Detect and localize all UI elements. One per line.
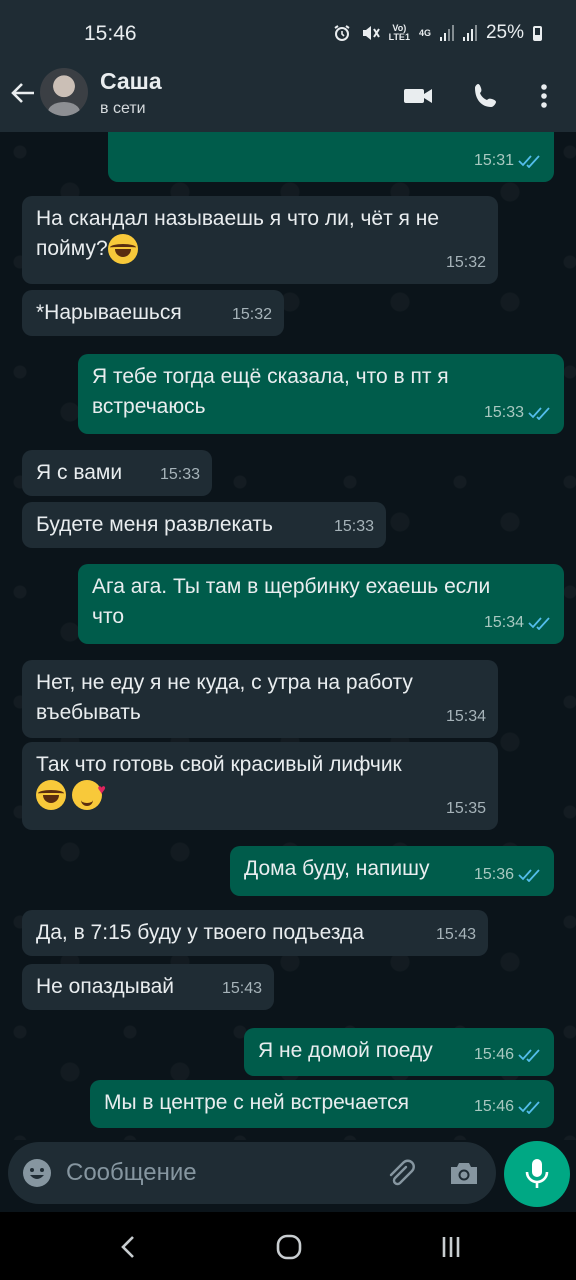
message-meta: 15:43	[436, 920, 476, 950]
message-bubble-outgoing[interactable]: Я не домой поеду 15:46	[244, 1028, 554, 1076]
chat-messages[interactable]: 15:31 На скандал называешь я что ли, чёт…	[0, 132, 576, 1140]
contact-name[interactable]: Саша	[100, 68, 162, 95]
message-meta: 15:36	[474, 860, 542, 890]
message-text: Будете меня развлекать	[36, 513, 273, 536]
message-time: 15:33	[159, 466, 200, 483]
emoji-row	[36, 774, 106, 811]
message-meta: 15:32	[446, 248, 486, 278]
message-time: 15:33	[333, 518, 374, 535]
message-time: 15:43	[221, 980, 262, 997]
message-bubble-incoming[interactable]: Будете меня развлекать 15:33	[22, 502, 386, 548]
message-text: Я тебе тогда ещё сказала, что в пт я вст…	[92, 365, 449, 418]
message-bubble-incoming[interactable]: Да, в 7:15 буду у твоего подъезда 15:43	[22, 910, 488, 956]
nav-back-icon[interactable]	[114, 1232, 144, 1262]
message-bubble-incoming[interactable]: На скандал называешь я что ли, чёт я не …	[22, 196, 498, 284]
message-bubble-incoming[interactable]: Не опаздывай 15:43	[22, 964, 274, 1010]
message-time: 15:33	[483, 404, 524, 421]
message-bubble-outgoing[interactable]: Мы в центре с ней встречается 15:46	[90, 1080, 554, 1128]
volte-indicator: Vo) LTE1	[388, 23, 410, 42]
message-meta: 15:46	[474, 1040, 542, 1070]
nav-home-icon[interactable]	[274, 1232, 304, 1262]
message-time: 15:34	[445, 708, 486, 725]
mute-icon	[362, 26, 380, 40]
message-meta: 15:33	[334, 512, 374, 542]
message-meta: 15:43	[222, 974, 262, 1004]
message-text: Ага ага. Ты там в щербинку ехаешь если ч…	[92, 575, 491, 628]
message-bubble-incoming[interactable]: Нет, не еду я не куда, с утра на работу …	[22, 660, 498, 738]
message-meta: 15:33	[484, 398, 552, 428]
message-meta: 15:33	[160, 460, 200, 490]
contact-status: в сети	[100, 100, 146, 117]
smiling-hearts-emoji-icon	[71, 774, 106, 811]
message-time: 15:46	[473, 1098, 514, 1115]
battery-percent: 25%	[485, 22, 524, 43]
laughing-emoji-icon	[36, 780, 66, 811]
message-bubble-outgoing[interactable]: 15:31	[108, 132, 554, 182]
message-meta: 15:34	[446, 702, 486, 732]
message-text: Да, в 7:15 буду у твоего подъезда	[36, 921, 364, 944]
message-time: 15:36	[473, 866, 514, 883]
status-time: 15:46	[84, 22, 137, 45]
read-receipt-icon	[528, 407, 550, 420]
message-bubble-outgoing[interactable]: Дома буду, напишу 15:36	[230, 846, 554, 896]
read-receipt-icon	[518, 1101, 540, 1114]
message-bubble-outgoing[interactable]: Я тебе тогда ещё сказала, что в пт я вст…	[78, 354, 564, 434]
battery-icon	[533, 25, 542, 41]
message-time: 15:32	[445, 254, 486, 271]
message-bubble-outgoing[interactable]: Ага ага. Ты там в щербинку ехаешь если ч…	[78, 564, 564, 644]
message-text: На скандал называешь я что ли, чёт я не …	[36, 204, 484, 265]
mic-button[interactable]	[504, 1141, 570, 1207]
status-bar: 15:46 Vo) LTE1 4G 25%	[0, 0, 576, 62]
message-time: 15:43	[435, 926, 476, 943]
message-composer	[8, 1142, 496, 1204]
attach-icon[interactable]	[384, 1157, 416, 1189]
more-vertical-icon[interactable]	[528, 80, 560, 112]
read-receipt-icon	[518, 869, 540, 882]
message-meta: 15:46	[474, 1092, 542, 1122]
system-nav-bar	[0, 1212, 576, 1280]
message-time: 15:32	[231, 306, 272, 323]
camera-icon[interactable]	[448, 1157, 480, 1189]
read-receipt-icon	[518, 155, 540, 168]
message-meta: 15:35	[446, 794, 486, 824]
message-meta: 15:32	[232, 300, 272, 330]
emoji-icon[interactable]	[22, 1158, 52, 1188]
status-icons: Vo) LTE1 4G 25%	[333, 22, 542, 44]
message-bubble-incoming[interactable]: Так что готовь свой красивый лифчик 15:3…	[22, 742, 498, 830]
message-time: 15:35	[445, 800, 486, 817]
message-text: Нет, не еду я не куда, с утра на работу …	[36, 671, 413, 724]
read-receipt-icon	[528, 617, 550, 630]
signal-icon-2	[462, 25, 477, 41]
message-meta: 15:31	[474, 146, 542, 176]
read-receipt-icon	[518, 1049, 540, 1062]
nav-recents-icon[interactable]	[436, 1232, 466, 1262]
signal-icon-1	[439, 25, 454, 41]
message-input[interactable]	[66, 1152, 366, 1194]
message-time: 15:46	[473, 1046, 514, 1063]
message-bubble-incoming[interactable]: *Нарываешься 15:32	[22, 290, 284, 336]
network-4g-indicator: 4G	[418, 27, 431, 38]
laughing-emoji-icon	[107, 234, 138, 265]
back-arrow-icon[interactable]	[8, 78, 38, 108]
chat-header: Саша в сети	[0, 62, 576, 132]
message-time: 15:31	[473, 152, 514, 169]
avatar[interactable]	[40, 68, 88, 116]
message-time: 15:34	[483, 614, 524, 631]
message-meta: 15:34	[484, 608, 552, 638]
message-bubble-incoming[interactable]: Я с вами 15:33	[22, 450, 212, 496]
mic-icon	[525, 1159, 549, 1188]
phone-icon[interactable]	[470, 80, 502, 112]
alarm-icon	[334, 25, 350, 41]
video-call-icon[interactable]	[402, 80, 434, 112]
